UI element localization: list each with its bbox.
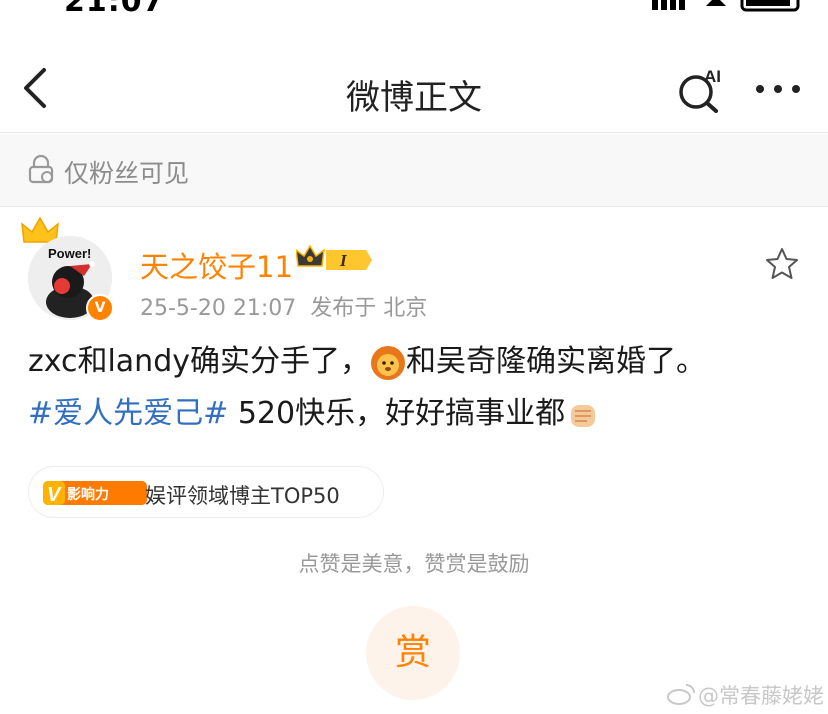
visibility-notice: 仅粉丝可见 <box>0 134 828 206</box>
ai-search-icon[interactable]: AI <box>676 64 728 114</box>
post-text-part-2: 和吴奇隆确实离婚了。 <box>406 344 706 379</box>
post-date: 25-5-20 21:07 <box>140 296 297 321</box>
influence-tag-chip[interactable]: V 影响力 娱评领域博主TOP50 <box>28 466 384 518</box>
signal-icon <box>652 0 658 10</box>
more-icon[interactable] <box>752 74 804 104</box>
influence-tag-text: 娱评领域博主TOP50 <box>145 484 340 508</box>
post-location: 发布于 北京 <box>310 296 428 321</box>
post-content: zxc和landy确实分手了， 和吴奇隆确实离婚了。 #爱人先爱己# 520快乐… <box>28 336 808 440</box>
verified-badge-icon: V <box>86 294 114 322</box>
status-icons <box>652 0 800 12</box>
reward-button[interactable]: 赏 <box>366 606 460 700</box>
lion-emoji-icon <box>371 345 405 380</box>
post-line-1: zxc和landy确实分手了， 和吴奇隆确实离婚了。 <box>28 336 808 388</box>
post-line-2: #爱人先爱己# 520快乐，好好搞事业都 <box>28 388 808 440</box>
avatar-caption: Power! <box>48 246 91 261</box>
post-meta: 25-5-20 21:07 发布于 北京 <box>140 290 427 322</box>
influence-badge-text: 影响力 <box>67 486 109 503</box>
vip-member-icon[interactable]: I <box>296 244 374 276</box>
reward-hint: 点赞是美意，赞赏是鼓励 <box>298 552 530 576</box>
influence-badge-v: V <box>47 484 62 506</box>
watermark-text: @常春藤姥姥 <box>698 680 824 710</box>
wifi-icon <box>706 0 726 6</box>
status-time: 21:07 <box>64 0 165 14</box>
watermark-label: @常春藤姥姥 <box>698 684 824 708</box>
ai-label: AI <box>704 67 721 86</box>
fist-emoji-icon <box>571 404 596 427</box>
nav-divider <box>0 132 828 133</box>
status-bar: 21:07 <box>0 0 828 14</box>
author-name[interactable]: 天之饺子11 <box>140 244 293 286</box>
post-text-part-1: zxc和landy确实分手了， <box>28 344 370 379</box>
weibo-watermark-icon <box>667 684 695 705</box>
influence-badge-icon: V 影响力 <box>43 481 147 506</box>
post-text-part-3: 520快乐，好好搞事业都 <box>228 396 566 431</box>
section-divider <box>0 206 828 207</box>
favorite-star-icon[interactable] <box>764 246 800 282</box>
lock-icon <box>28 154 54 184</box>
hashtag-link[interactable]: #爱人先爱己# <box>28 396 228 431</box>
visibility-text: 仅粉丝可见 <box>64 159 190 188</box>
nav-bar: 微博正文 AI <box>0 50 828 130</box>
